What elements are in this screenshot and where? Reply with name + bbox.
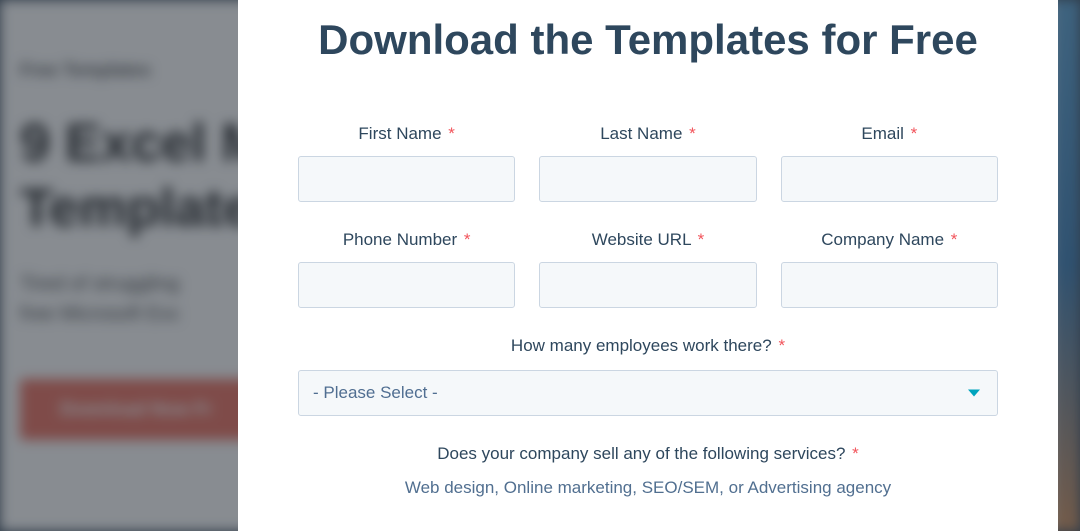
last-name-label-text: Last Name — [600, 124, 682, 143]
last-name-input[interactable] — [539, 156, 756, 202]
website-input[interactable] — [539, 262, 756, 308]
required-asterisk: * — [911, 124, 918, 143]
first-name-label-text: First Name — [358, 124, 441, 143]
employees-select[interactable]: - Please Select - — [298, 370, 998, 416]
field-services: Does your company sell any of the follow… — [298, 444, 998, 498]
services-label: Does your company sell any of the follow… — [298, 444, 998, 464]
download-modal: Download the Templates for Free First Na… — [238, 0, 1058, 531]
employees-select-value: - Please Select - — [313, 383, 438, 403]
email-input[interactable] — [781, 156, 998, 202]
field-last-name: Last Name * — [539, 124, 756, 202]
field-email: Email * — [781, 124, 998, 202]
employees-select-wrap: - Please Select - — [298, 370, 998, 416]
field-company: Company Name * — [781, 230, 998, 308]
required-asterisk: * — [698, 230, 705, 249]
required-asterisk: * — [852, 444, 859, 463]
field-website: Website URL * — [539, 230, 756, 308]
website-label: Website URL * — [592, 230, 705, 250]
phone-label-text: Phone Number — [343, 230, 457, 249]
company-label-text: Company Name — [821, 230, 944, 249]
chevron-down-icon — [968, 390, 980, 397]
required-asterisk: * — [778, 336, 785, 355]
required-asterisk: * — [448, 124, 455, 143]
phone-input[interactable] — [298, 262, 515, 308]
email-label: Email * — [861, 124, 917, 144]
first-name-input[interactable] — [298, 156, 515, 202]
employees-label-text: How many employees work there? — [511, 336, 772, 355]
required-asterisk: * — [689, 124, 696, 143]
form-row-1: First Name * Last Name * Email * — [298, 124, 998, 202]
last-name-label: Last Name * — [600, 124, 696, 144]
field-first-name: First Name * — [298, 124, 515, 202]
field-phone: Phone Number * — [298, 230, 515, 308]
required-asterisk: * — [464, 230, 471, 249]
company-input[interactable] — [781, 262, 998, 308]
required-asterisk: * — [951, 230, 958, 249]
email-label-text: Email — [861, 124, 904, 143]
form-row-2: Phone Number * Website URL * Company Nam… — [298, 230, 998, 308]
company-label: Company Name * — [821, 230, 957, 250]
services-label-text: Does your company sell any of the follow… — [437, 444, 845, 463]
first-name-label: First Name * — [358, 124, 454, 144]
employees-label: How many employees work there? * — [298, 336, 998, 356]
phone-label: Phone Number * — [343, 230, 471, 250]
services-subtext: Web design, Online marketing, SEO/SEM, o… — [298, 478, 998, 498]
website-label-text: Website URL — [592, 230, 691, 249]
field-employees: How many employees work there? * - Pleas… — [298, 336, 998, 416]
modal-title: Download the Templates for Free — [298, 16, 998, 64]
